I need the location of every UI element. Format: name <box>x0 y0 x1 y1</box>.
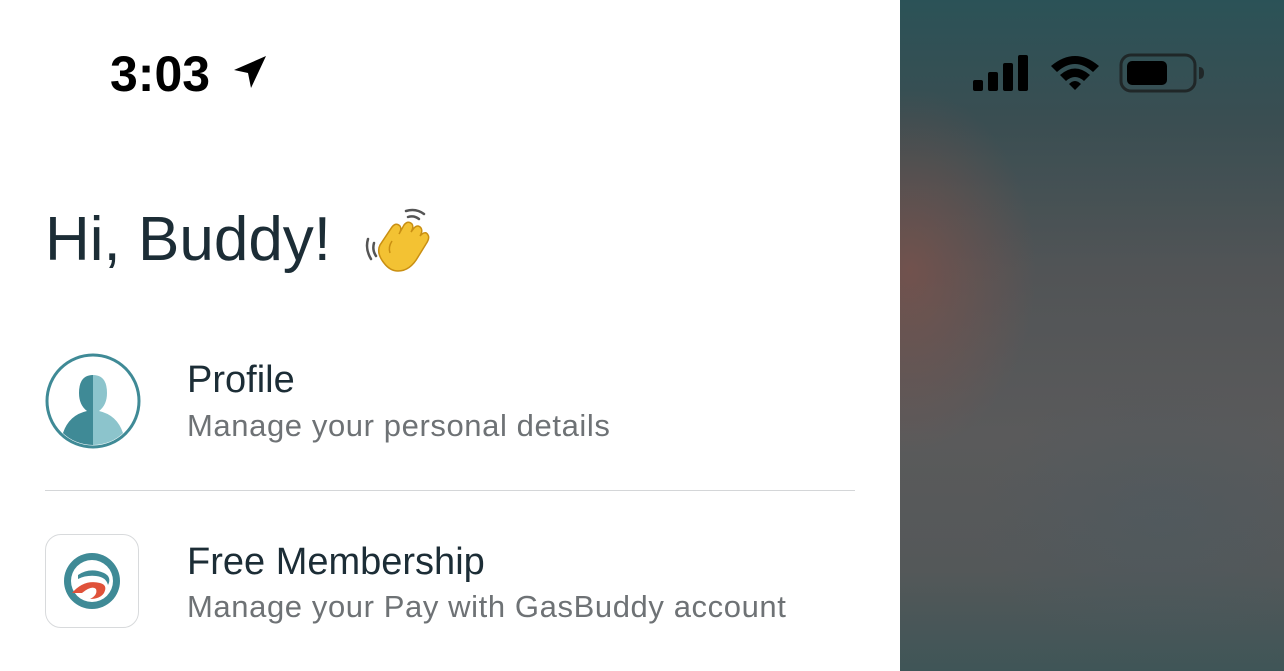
wifi-icon <box>1051 56 1099 90</box>
gasbuddy-logo-tile <box>45 534 139 628</box>
waving-hand-icon <box>365 208 430 272</box>
gasbuddy-logo-icon <box>64 553 120 609</box>
battery-icon <box>1119 53 1204 93</box>
menu-item-title: Free Membership <box>187 541 485 583</box>
menu-item-profile[interactable]: Profile Manage your personal details <box>0 340 900 480</box>
menu-item-subtitle: Manage your personal details <box>187 408 611 443</box>
account-menu-panel: 3:03 Hi, Buddy! Profile Manage your pers… <box>0 0 900 671</box>
menu-item-title: Profile <box>187 359 295 401</box>
status-time: 3:03 <box>110 46 211 102</box>
greeting-heading: Hi, Buddy! <box>45 205 332 274</box>
menu-item-free-membership[interactable]: Free Membership Manage your Pay with Gas… <box>0 520 900 660</box>
menu-divider <box>45 490 855 491</box>
blurred-backdrop[interactable] <box>900 0 1284 671</box>
app-screen: 3:03 Hi, Buddy! Profile Manage your pers… <box>0 0 1284 671</box>
profile-avatar-icon <box>45 353 141 449</box>
location-arrow-icon <box>234 56 266 88</box>
menu-item-subtitle: Manage your Pay with GasBuddy account <box>187 589 787 624</box>
cellular-signal-icon <box>973 55 1028 91</box>
